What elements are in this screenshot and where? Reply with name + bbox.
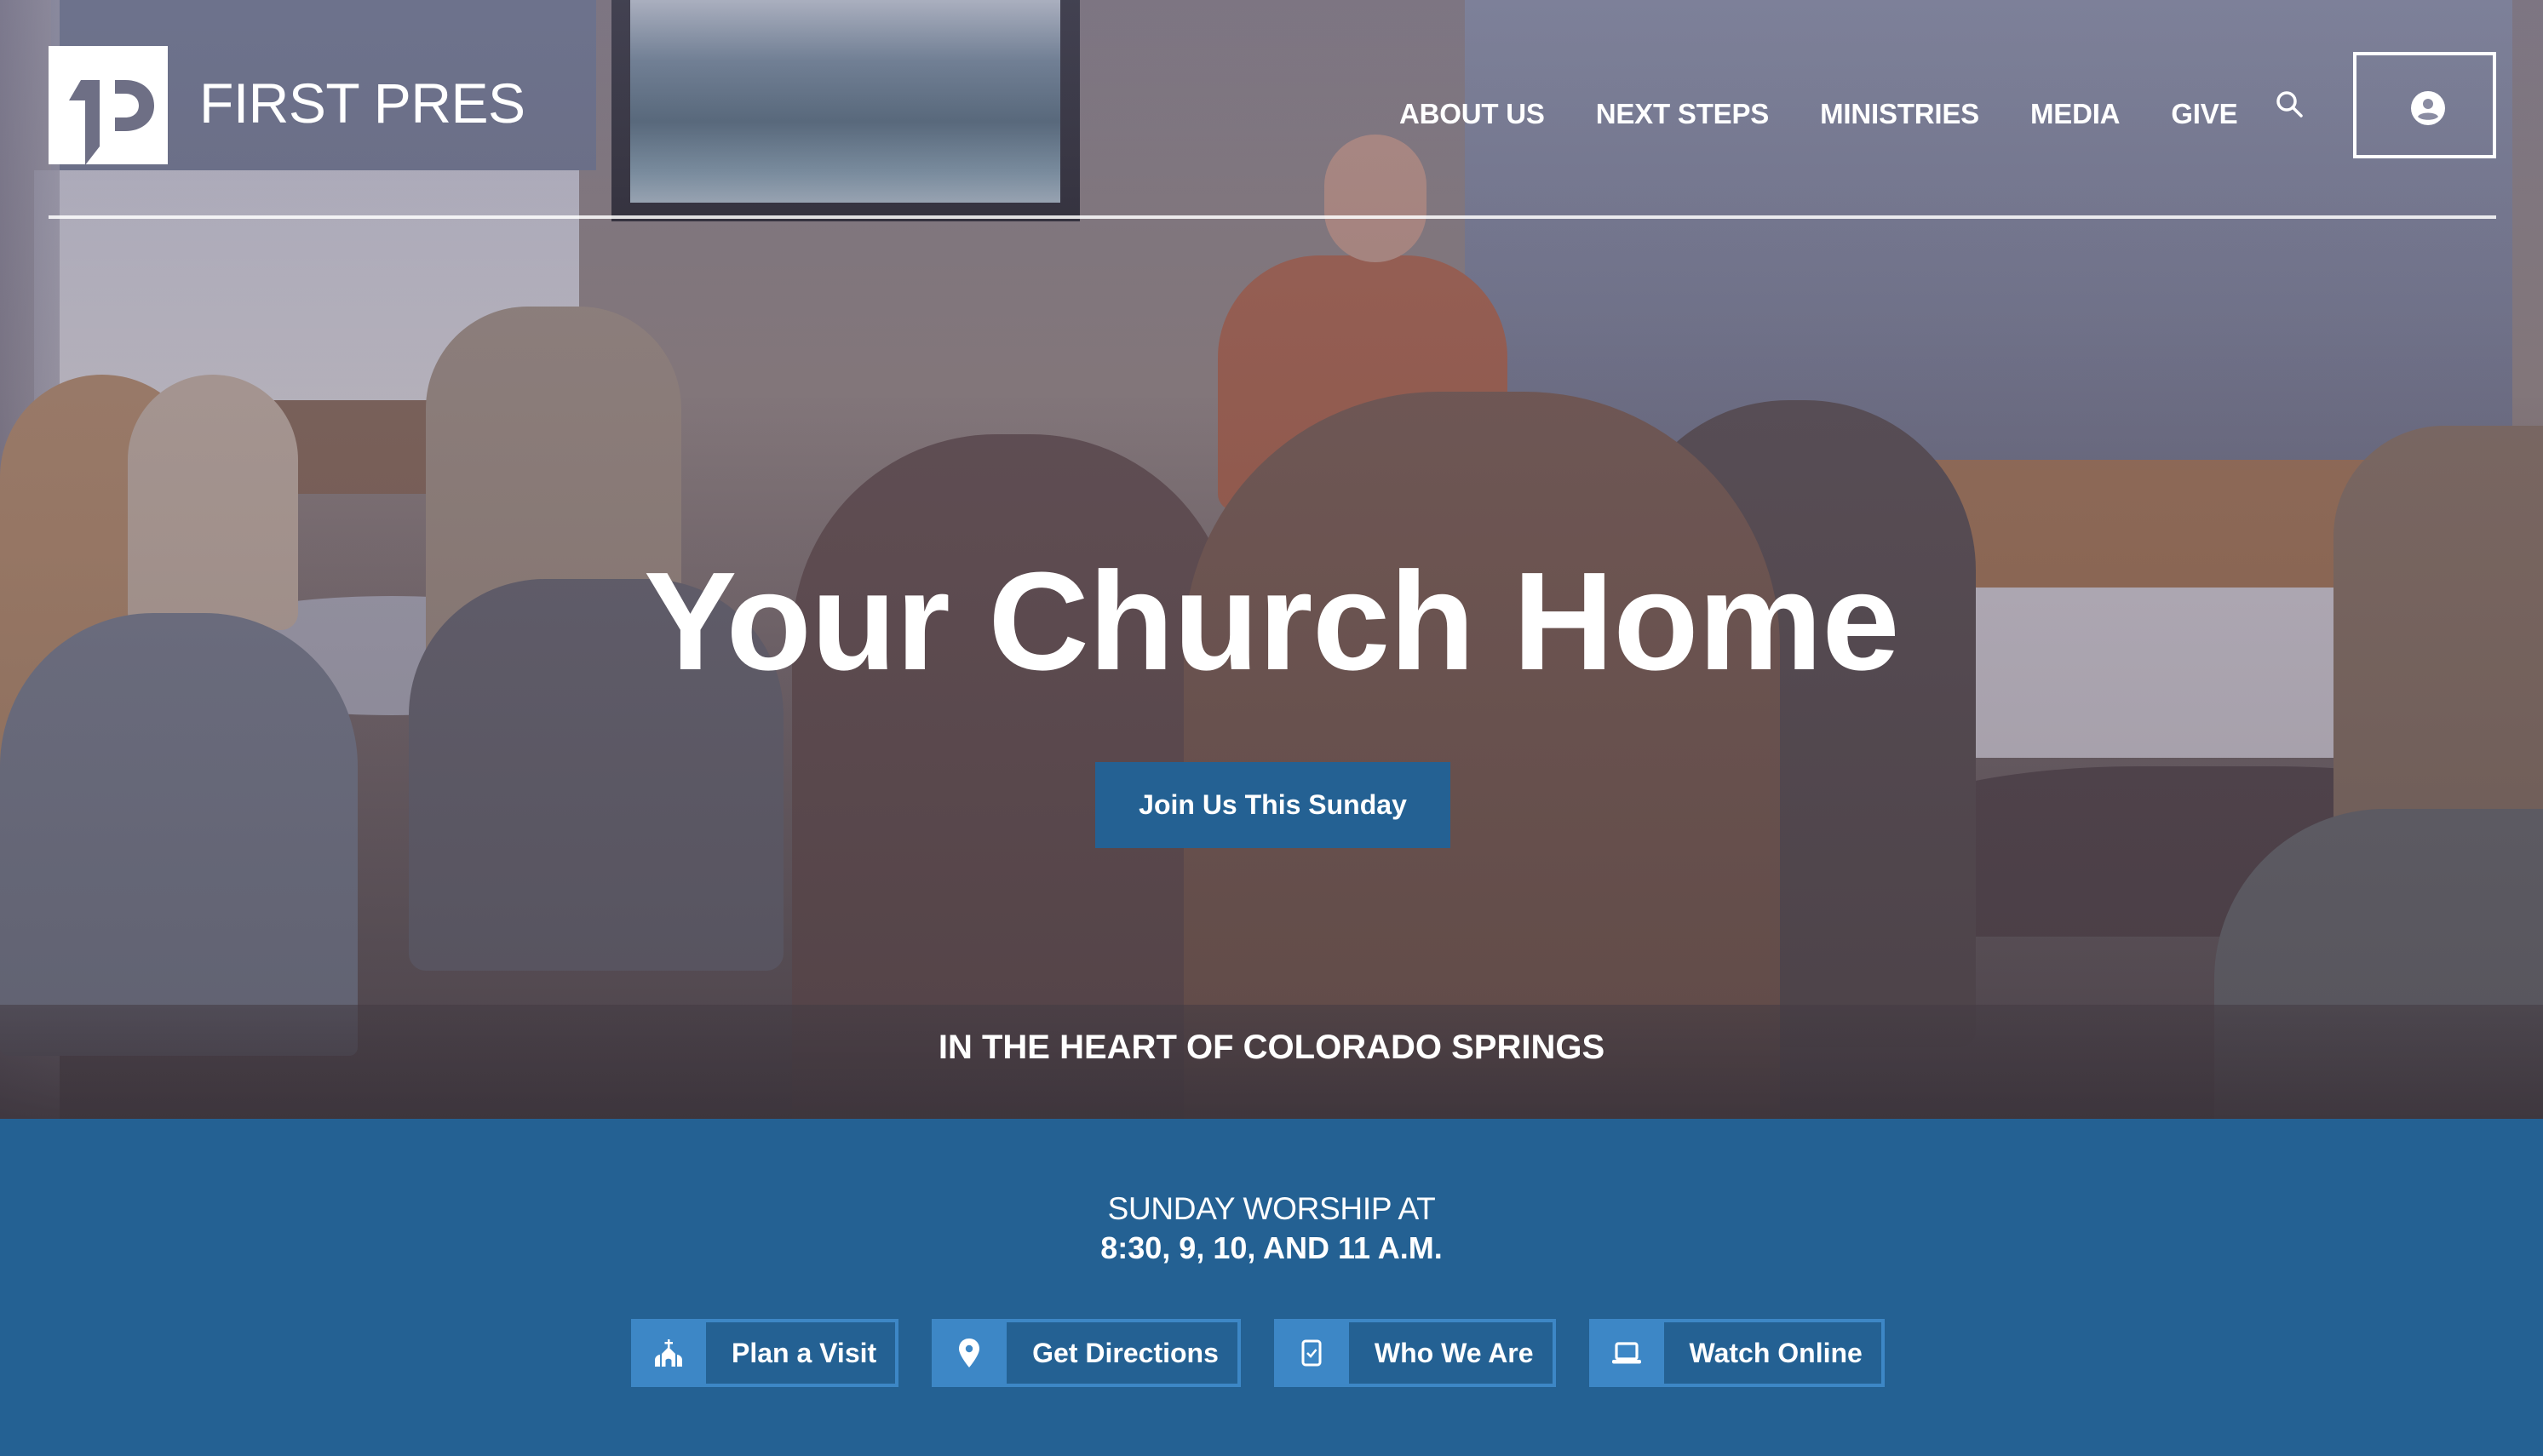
worship-info-band: SUNDAY WORSHIP AT 8:30, 9, 10, AND 11 A.…	[0, 1119, 2543, 1456]
plan-a-visit-button[interactable]: Plan a Visit	[631, 1319, 899, 1387]
worship-times: 8:30, 9, 10, AND 11 A.M.	[1100, 1230, 1443, 1265]
laptop-icon	[1589, 1322, 1664, 1384]
checkbox-icon	[1274, 1322, 1349, 1384]
get-directions-button[interactable]: Get Directions	[932, 1319, 1241, 1387]
account-button[interactable]	[2353, 52, 2496, 158]
quick-links: Plan a Visit Get Directions Who We Are W…	[631, 1319, 1885, 1387]
nav-item-ministries[interactable]: MINISTRIES	[1820, 100, 1979, 128]
watch-online-button[interactable]: Watch Online	[1588, 1319, 1885, 1387]
hero-section: FIRST PRES ABOUT US NEXT STEPS MINISTRIE…	[0, 0, 2543, 1119]
nav-item-media[interactable]: MEDIA	[2030, 100, 2121, 128]
plan-a-visit-label: Plan a Visit	[706, 1322, 896, 1384]
get-directions-label: Get Directions	[1007, 1322, 1237, 1384]
nav-item-about-us[interactable]: ABOUT US	[1399, 100, 1545, 128]
logo-link[interactable]	[49, 46, 168, 164]
site-wordmark[interactable]: FIRST PRES	[199, 75, 525, 131]
header-divider	[49, 215, 2496, 219]
account-circle-icon	[2411, 91, 2445, 125]
nav-item-give[interactable]: GIVE	[2171, 100, 2237, 128]
search-button[interactable]	[2274, 89, 2305, 119]
hero-tagline: IN THE HEART OF COLORADO SPRINGS	[938, 1029, 1605, 1066]
hero-headline: Your Church Home	[643, 543, 1900, 699]
1p-monogram-icon	[69, 80, 154, 164]
search-icon	[2276, 91, 2303, 118]
nav-item-next-steps[interactable]: NEXT STEPS	[1596, 100, 1770, 128]
main-nav: ABOUT US NEXT STEPS MINISTRIES MEDIA GIV…	[1399, 92, 2238, 135]
worship-label: SUNDAY WORSHIP AT	[1107, 1191, 1436, 1226]
watch-online-label: Watch Online	[1663, 1322, 1881, 1384]
join-us-button[interactable]: Join Us This Sunday	[1095, 762, 1450, 848]
map-pin-icon	[932, 1322, 1007, 1384]
who-we-are-button[interactable]: Who We Are	[1273, 1319, 1556, 1387]
who-we-are-label: Who We Are	[1348, 1322, 1553, 1384]
church-icon	[631, 1322, 706, 1384]
